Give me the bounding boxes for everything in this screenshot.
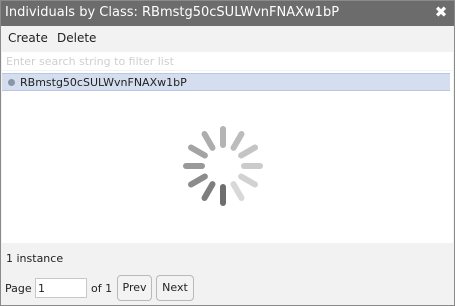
- spinner-tick: [201, 131, 216, 151]
- spinner-tick: [238, 144, 258, 159]
- instance-list: RBmstg50cSULWvnFNAXw1bP: [2, 71, 453, 243]
- delete-menu-item[interactable]: Delete: [57, 31, 96, 45]
- spinner-tick: [188, 173, 208, 188]
- page-total-label: of 1: [91, 282, 113, 295]
- loading-spinner-icon: [183, 126, 263, 206]
- create-menu-item[interactable]: Create: [8, 31, 48, 45]
- close-icon[interactable]: ✖: [434, 4, 448, 20]
- dialog-title: Individuals by Class: RBmstg50cSULWvnFNA…: [5, 5, 340, 20]
- list-item-label: RBmstg50cSULWvnFNAXw1bP: [20, 76, 187, 89]
- spinner-tick: [188, 144, 208, 159]
- page-label: Page: [5, 282, 32, 295]
- spinner-tick: [238, 173, 258, 188]
- spinner-tick: [230, 181, 245, 201]
- bullet-icon: [8, 79, 15, 86]
- spinner-tick: [201, 181, 216, 201]
- list-item[interactable]: RBmstg50cSULWvnFNAXw1bP: [2, 73, 450, 91]
- page-number-input[interactable]: [35, 278, 87, 298]
- prev-button[interactable]: Prev: [117, 275, 152, 301]
- individuals-dialog: Individuals by Class: RBmstg50cSULWvnFNA…: [0, 0, 455, 306]
- next-button[interactable]: Next: [156, 275, 194, 301]
- spinner-tick: [230, 131, 245, 151]
- menu-bar: Create Delete: [1, 28, 454, 50]
- dialog-titlebar[interactable]: Individuals by Class: RBmstg50cSULWvnFNA…: [1, 1, 454, 26]
- instance-count: 1 instance: [6, 252, 64, 265]
- filter-input[interactable]: [2, 52, 453, 70]
